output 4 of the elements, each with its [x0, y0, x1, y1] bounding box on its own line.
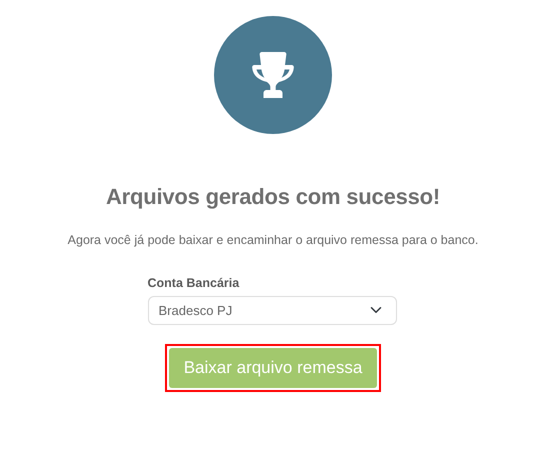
field-label: Conta Bancária	[148, 275, 240, 292]
success-message: Agora você já pode baixar e encaminhar o arquivo remessa para o banco.	[68, 232, 478, 250]
success-title: Arquivos gerados com sucesso!	[106, 184, 440, 210]
bank-account-select[interactable]: Bradesco PJ	[148, 296, 396, 325]
